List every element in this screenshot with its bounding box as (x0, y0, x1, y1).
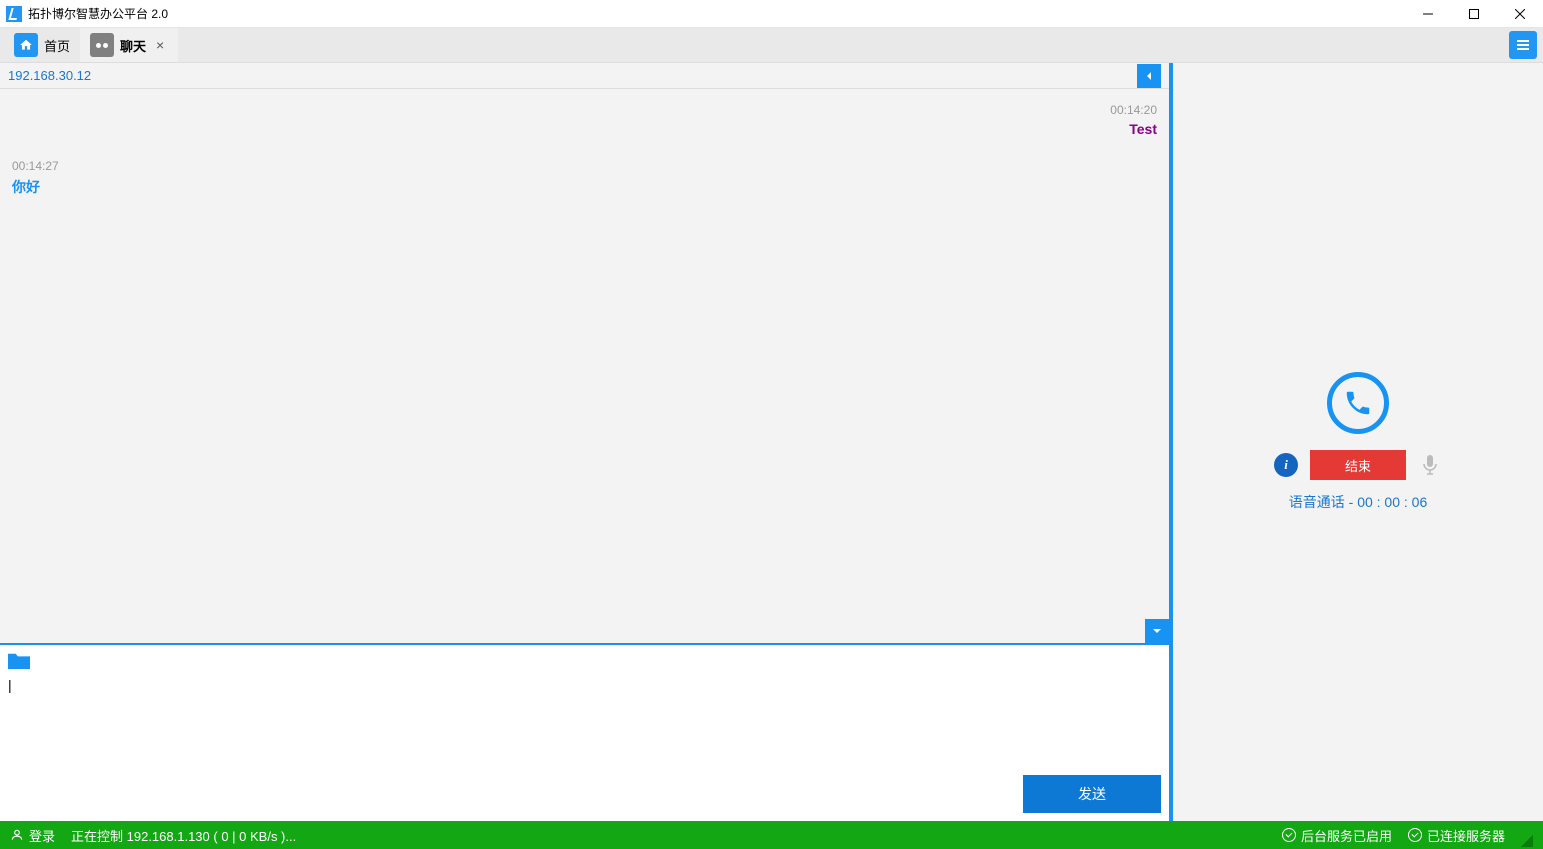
chat-icon (90, 33, 114, 57)
scroll-down-button[interactable] (1145, 619, 1169, 643)
tab-chat-label: 聊天 (120, 36, 146, 55)
chat-message-area[interactable]: 00:14:20 Test 00:14:27 你好 (0, 89, 1169, 643)
tab-home[interactable]: 首页 (4, 28, 80, 62)
message-time: 00:14:20 (1110, 103, 1157, 117)
minimize-button[interactable] (1405, 0, 1451, 28)
peer-ip-label: 192.168.30.12 (8, 68, 91, 83)
home-icon (14, 33, 38, 57)
server-status: 已连接服务器 (1408, 826, 1505, 845)
chat-message: 00:14:20 Test (1110, 103, 1157, 137)
chat-message: 00:14:27 你好 (12, 159, 59, 197)
message-text: Test (1110, 121, 1157, 137)
titlebar: 拓扑博尔智慧办公平台 2.0 (0, 0, 1543, 28)
tab-close-icon[interactable]: × (152, 37, 168, 53)
message-time: 00:14:27 (12, 159, 59, 173)
login-status[interactable]: 登录 (10, 826, 55, 845)
message-input[interactable]: | (0, 675, 1169, 769)
tabbar: 首页 聊天 × (0, 28, 1543, 62)
collapse-left-button[interactable] (1137, 64, 1161, 88)
call-duration: 00 : 00 : 06 (1357, 494, 1427, 510)
controlling-label: 正在控制 192.168.1.130 ( 0 | 0 KB/s )... (71, 826, 296, 845)
window-controls (1405, 0, 1543, 28)
app-icon (6, 6, 22, 22)
login-label: 登录 (29, 826, 55, 845)
call-status: 语音通话 - 00 : 00 : 06 (1289, 492, 1428, 512)
chat-column: 192.168.30.12 00:14:20 Test 00:14:27 你好 … (0, 63, 1169, 821)
end-call-button[interactable]: 结束 (1310, 450, 1406, 480)
call-status-prefix: 语音通话 - (1289, 494, 1357, 510)
statusbar: 登录 正在控制 192.168.1.130 ( 0 | 0 KB/s )... … (0, 821, 1543, 849)
server-status-label: 已连接服务器 (1427, 826, 1505, 845)
info-button[interactable]: i (1274, 453, 1298, 477)
send-button[interactable]: 发送 (1023, 775, 1161, 813)
microphone-button[interactable] (1418, 453, 1442, 477)
close-button[interactable] (1497, 0, 1543, 28)
main-area: 192.168.30.12 00:14:20 Test 00:14:27 你好 … (0, 62, 1543, 821)
attach-file-icon[interactable] (8, 651, 30, 669)
service-status-label: 后台服务已启用 (1301, 826, 1392, 845)
service-status: 后台服务已启用 (1282, 826, 1392, 845)
call-panel: i 结束 语音通话 - 00 : 00 : 06 (1169, 63, 1543, 821)
window-title: 拓扑博尔智慧办公平台 2.0 (28, 5, 168, 22)
send-button-label: 发送 (1078, 784, 1106, 804)
chat-input-area: | 发送 (0, 643, 1169, 821)
sidebar-toggle-button[interactable] (1509, 31, 1537, 59)
phone-icon (1327, 372, 1389, 434)
end-call-label: 结束 (1345, 456, 1371, 475)
tab-home-label: 首页 (44, 36, 70, 55)
resize-grip-icon[interactable] (1521, 835, 1533, 847)
chat-header: 192.168.30.12 (0, 63, 1169, 89)
call-controls: i 结束 (1274, 450, 1442, 480)
message-text: 你好 (12, 177, 59, 197)
maximize-button[interactable] (1451, 0, 1497, 28)
check-icon (1408, 828, 1422, 842)
check-icon (1282, 828, 1296, 842)
tab-chat[interactable]: 聊天 × (80, 28, 178, 62)
controlling-status[interactable]: 正在控制 192.168.1.130 ( 0 | 0 KB/s )... (71, 826, 296, 845)
input-toolbar (0, 645, 1169, 675)
